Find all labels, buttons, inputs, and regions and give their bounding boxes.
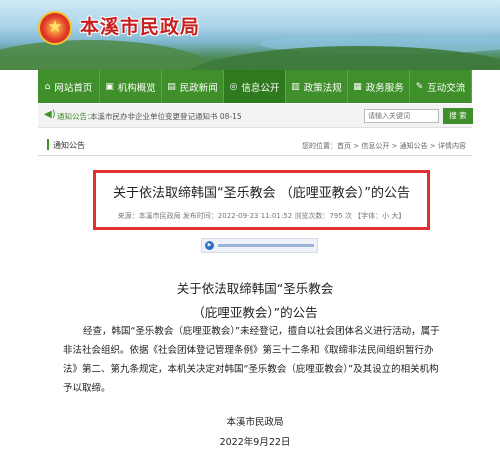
nav-item-label: 政策法规 bbox=[303, 82, 342, 94]
nav-item-label: 机构概览 bbox=[117, 82, 156, 94]
nav-item-2[interactable]: ▤ 民政新闻 bbox=[162, 70, 224, 103]
signature-org: 本溪市民政局 bbox=[226, 417, 284, 428]
article-heading-line2: （庇哩亚教会）”的公告 bbox=[192, 305, 318, 320]
main-nav: ⌂ 网站首页 ▣ 机构概览 ▤ 民政新闻 ◎ 信息公开 ▥ 政策法规 ▦ 政务服务 ✎ 互动交流 bbox=[38, 70, 472, 103]
policy-icon: ▥ bbox=[291, 81, 300, 92]
nav-item-4[interactable]: ▥ 政策法规 bbox=[286, 70, 348, 103]
home-icon: ⌂ bbox=[44, 81, 51, 92]
search-button[interactable]: 搜 索 bbox=[443, 108, 473, 124]
nav-item-1[interactable]: ▣ 机构概览 bbox=[100, 70, 162, 103]
service-icon: ▦ bbox=[353, 81, 362, 92]
article-title-box: 关于依法取缔韩国“圣乐教会 （庇哩亚教会）”的公告 来源：本溪市民政局 发布时间… bbox=[93, 170, 430, 230]
article-heading-line1: 关于依法取缔韩国“圣乐教会 bbox=[176, 281, 334, 296]
article-meta: 来源：本溪市民政局 发布时间：2022-09-23 11:01:52 浏览次数：… bbox=[117, 212, 406, 220]
org-icon: ▣ bbox=[105, 81, 114, 92]
play-icon[interactable]: ▶ bbox=[205, 241, 214, 250]
info-icon: ◎ bbox=[229, 81, 238, 92]
breadcrumb[interactable]: 您的位置：首页 > 信息公开 > 通知公告 > 详情内容 bbox=[302, 141, 466, 151]
section-header: 通知公告 您的位置：首页 > 信息公开 > 通知公告 > 详情内容 bbox=[38, 136, 472, 156]
audio-player[interactable]: ▶ bbox=[201, 238, 318, 253]
nav-item-label: 民政新闻 bbox=[179, 82, 218, 94]
chat-icon: ✎ bbox=[415, 81, 424, 92]
nav-item-label: 信息公开 bbox=[241, 82, 280, 94]
nav-item-3[interactable]: ◎ 信息公开 bbox=[224, 70, 286, 103]
section-accent-bar bbox=[47, 139, 49, 150]
site-title[interactable]: 本溪市民政局 bbox=[80, 12, 200, 39]
notice-link[interactable]: 本溪市民办非企业单位变更登记通知书 08-15 bbox=[90, 111, 242, 122]
speaker-icon: ◀) bbox=[44, 109, 56, 120]
nav-item-label: 网站首页 bbox=[54, 82, 93, 94]
nav-item-label: 互动交流 bbox=[427, 82, 466, 94]
news-icon: ▤ bbox=[167, 81, 176, 92]
search-input[interactable] bbox=[364, 109, 439, 123]
national-emblem-icon: ★ bbox=[38, 11, 72, 45]
article-title: 关于依法取缔韩国“圣乐教会 （庇哩亚教会）”的公告 bbox=[112, 186, 411, 201]
section-title: 通知公告 bbox=[53, 141, 85, 150]
nav-item-label: 政务服务 bbox=[365, 82, 404, 94]
notice-label: 通知公告： bbox=[57, 112, 95, 121]
nav-item-5[interactable]: ▦ 政务服务 bbox=[348, 70, 410, 103]
banner-hill bbox=[0, 40, 220, 70]
audio-progress-track[interactable] bbox=[218, 244, 314, 247]
signature-date: 2022年9月22日 bbox=[219, 437, 291, 448]
notice-bar: ◀) 通知公告： 本溪市民办非企业单位变更登记通知书 08-15 搜 索 bbox=[38, 104, 473, 128]
nav-item-6[interactable]: ✎ 互动交流 bbox=[410, 70, 472, 103]
article-body: 经查，韩国“圣乐教会（庇哩亚教会）”未经登记，擅自以社会团体名义进行活动，属于非… bbox=[63, 326, 440, 394]
site-banner: ★ 本溪市民政局 bbox=[0, 0, 500, 70]
nav-item-0[interactable]: ⌂ 网站首页 bbox=[38, 70, 100, 103]
